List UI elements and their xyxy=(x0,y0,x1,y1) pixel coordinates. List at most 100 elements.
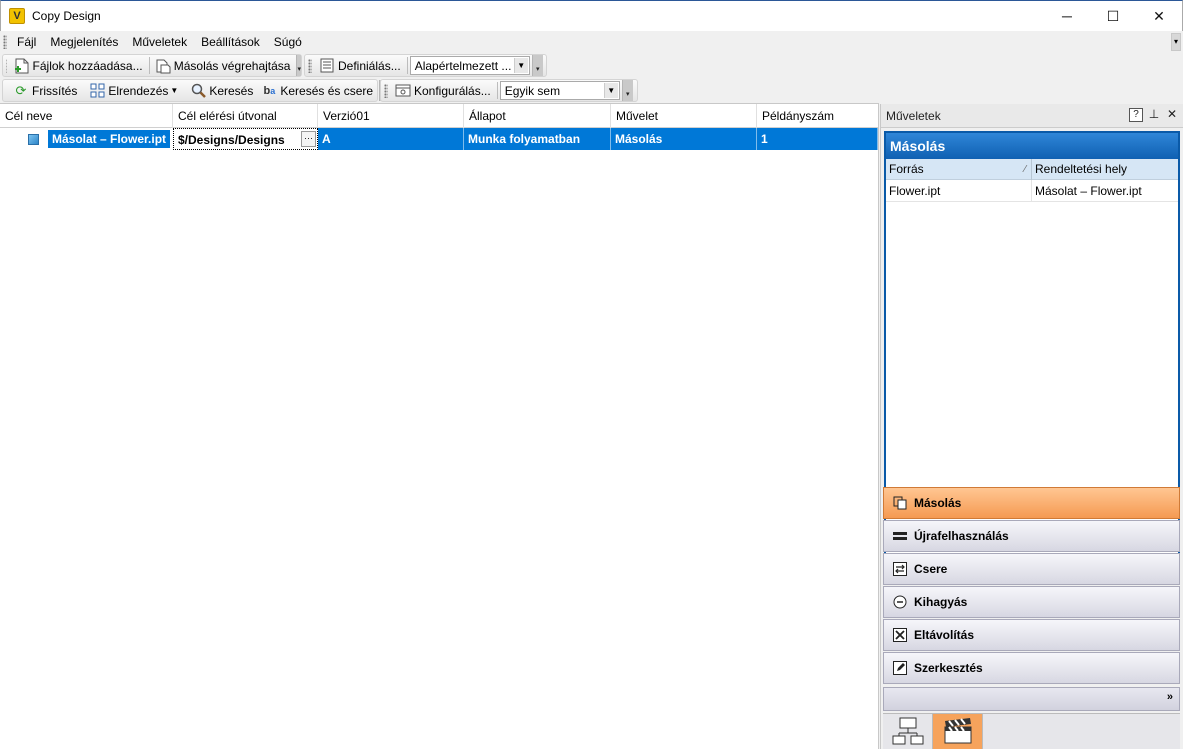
add-files-button[interactable]: Fájlok hozzáadása... xyxy=(10,55,147,76)
reuse-icon xyxy=(893,529,907,543)
add-file-icon xyxy=(14,58,30,74)
more-actions-bar[interactable]: » xyxy=(883,687,1180,711)
edit-action-label: Szerkesztés xyxy=(914,661,983,675)
source-header-label: Forrás xyxy=(889,162,924,176)
toolbar-overflow-icon[interactable]: ▾ xyxy=(531,55,543,76)
skip-action-button[interactable]: Kihagyás xyxy=(883,586,1180,618)
reuse-action-label: Újrafelhasználás xyxy=(914,529,1009,543)
column-header-destination[interactable]: Rendeltetési hely xyxy=(1032,159,1178,180)
replace-action-button[interactable]: Csere xyxy=(883,553,1180,585)
menu-view[interactable]: Megjelenítés xyxy=(43,31,125,53)
toolbar-overflow-icon[interactable]: ▾ xyxy=(621,80,633,101)
menu-grip[interactable] xyxy=(3,35,7,49)
configure-label: Konfigurálás... xyxy=(414,83,491,98)
toolbar-grip[interactable] xyxy=(384,83,388,98)
maximize-button[interactable]: ☐ xyxy=(1090,1,1136,31)
copy-icon xyxy=(893,496,907,510)
action-cell[interactable]: Másolás xyxy=(611,128,757,150)
menu-help[interactable]: Súgó xyxy=(267,31,309,53)
refresh-label: Frissítés xyxy=(32,83,78,98)
dropdown-arrow-icon[interactable]: ▼ xyxy=(603,83,618,98)
clapperboard-icon xyxy=(942,717,974,748)
expand-more-icon[interactable]: » xyxy=(1167,691,1173,703)
remove-icon xyxy=(893,628,907,642)
column-header-version[interactable]: Verzió01 xyxy=(318,104,464,128)
configure-button[interactable]: Konfigurálás... xyxy=(391,80,495,101)
search-replace-button[interactable]: ba Keresés és csere xyxy=(257,80,377,101)
column-header-action[interactable]: Művelet xyxy=(611,104,757,128)
pin-icon[interactable]: ⊥ xyxy=(1147,108,1161,122)
preset-select[interactable]: Alapértelmezett ... ▼ xyxy=(409,56,530,75)
window-title: Copy Design xyxy=(32,9,101,23)
execute-copy-button[interactable]: Másolás végrehajtása xyxy=(151,55,295,76)
target-path-cell[interactable]: $/Designs/Designs ··· xyxy=(173,128,318,150)
column-header-source[interactable]: Forrás ⁄ xyxy=(886,159,1032,180)
count-cell[interactable]: 1 xyxy=(757,128,878,150)
title-bar: V Copy Design ─ ☐ ✕ xyxy=(0,0,1183,31)
design-grid: Cél neve Cél elérési útvonal Verzió01 Ál… xyxy=(0,103,879,749)
view-toolbar: ⟳ Frissítés Elrendezés ▼ Keresés ba Kere… xyxy=(2,79,384,102)
help-icon[interactable]: ? xyxy=(1129,108,1143,122)
copy-execute-icon xyxy=(155,58,171,74)
reuse-action-button[interactable]: Újrafelhasználás xyxy=(883,520,1180,552)
filter-select[interactable]: Egyik sem ▼ xyxy=(499,81,620,100)
source-cell[interactable]: Flower.ipt xyxy=(886,180,1032,202)
menubar-overflow-icon[interactable]: ▾ xyxy=(1171,33,1181,51)
sort-icon: ⁄ xyxy=(1024,164,1026,175)
edit-action-button[interactable]: Szerkesztés xyxy=(883,652,1180,684)
file-toolbar: Fájlok hozzáadása... Másolás végrehajtás… xyxy=(2,54,302,77)
target-path-value: $/Designs/Designs xyxy=(178,133,285,147)
dropdown-arrow-icon[interactable]: ▼ xyxy=(513,58,528,73)
arrange-button[interactable]: Elrendezés ▼ xyxy=(85,80,182,101)
preset-select-value: Alapértelmezett ... xyxy=(414,58,512,73)
tab-structure[interactable] xyxy=(883,714,933,749)
remove-action-button[interactable]: Eltávolítás xyxy=(883,619,1180,651)
column-header-count[interactable]: Példányszám xyxy=(757,104,878,128)
table-row[interactable]: Másolat – Flower.ipt $/Designs/Designs ·… xyxy=(0,128,878,150)
define-button[interactable]: Definiálás... xyxy=(315,55,405,76)
replace-icon xyxy=(893,562,907,576)
panel-bottom-tabs xyxy=(883,713,1180,749)
status-cell[interactable]: Munka folyamatban xyxy=(464,128,611,150)
minimize-button[interactable]: ─ xyxy=(1044,1,1090,31)
define-label: Definiálás... xyxy=(338,58,401,73)
menu-settings[interactable]: Beállítások xyxy=(194,31,267,53)
search-button[interactable]: Keresés xyxy=(186,80,257,101)
toolbar-row-2: ⟳ Frissítés Elrendezés ▼ Keresés ba Kere… xyxy=(0,78,1183,103)
copy-action-button[interactable]: Másolás xyxy=(883,487,1180,519)
column-header-target-path[interactable]: Cél elérési útvonal xyxy=(173,104,318,128)
operation-row[interactable]: Flower.ipt Másolat – Flower.ipt xyxy=(886,180,1178,202)
tab-actions[interactable] xyxy=(933,714,983,749)
close-icon[interactable]: ✕ xyxy=(1165,108,1179,122)
define-toolbar: Definiálás... Alapértelmezett ... ▼ ▾ xyxy=(304,54,547,77)
skip-icon xyxy=(893,595,907,609)
browse-path-button[interactable]: ··· xyxy=(301,131,316,147)
column-header-status[interactable]: Állapot xyxy=(464,104,611,128)
menu-actions[interactable]: Műveletek xyxy=(125,31,194,53)
search-replace-icon: ba xyxy=(263,84,276,97)
refresh-icon: ⟳ xyxy=(15,82,27,98)
add-files-label: Fájlok hozzáadása... xyxy=(32,58,143,73)
toolbar-overflow-icon[interactable]: ▾ xyxy=(296,55,301,76)
column-header-target-name[interactable]: Cél neve xyxy=(0,104,173,128)
menu-file[interactable]: Fájl xyxy=(10,31,43,53)
menu-bar: Fájl Megjelenítés Műveletek Beállítások … xyxy=(0,31,1183,53)
destination-cell[interactable]: Másolat – Flower.ipt xyxy=(1032,180,1178,202)
skip-action-label: Kihagyás xyxy=(914,595,968,609)
close-button[interactable]: ✕ xyxy=(1136,1,1182,31)
structure-tree-icon xyxy=(892,716,924,749)
edit-icon xyxy=(893,661,907,675)
grid-layout-icon xyxy=(89,83,105,99)
version-cell[interactable]: A xyxy=(318,128,464,150)
search-label: Keresés xyxy=(209,83,254,98)
refresh-button[interactable]: ⟳ Frissítés xyxy=(9,80,81,101)
target-name-cell[interactable]: Másolat – Flower.ipt xyxy=(0,128,173,150)
list-icon xyxy=(319,58,335,74)
separator xyxy=(406,57,408,74)
toolbar-grip[interactable] xyxy=(6,58,7,73)
operation-table-header: Forrás ⁄ Rendeltetési hely xyxy=(886,159,1178,180)
toolbar-grip[interactable] xyxy=(308,58,312,73)
panel-title: Műveletek xyxy=(886,108,941,123)
toolbar-row-1: Fájlok hozzáadása... Másolás végrehajtás… xyxy=(0,53,1183,78)
replace-action-label: Csere xyxy=(914,562,948,576)
